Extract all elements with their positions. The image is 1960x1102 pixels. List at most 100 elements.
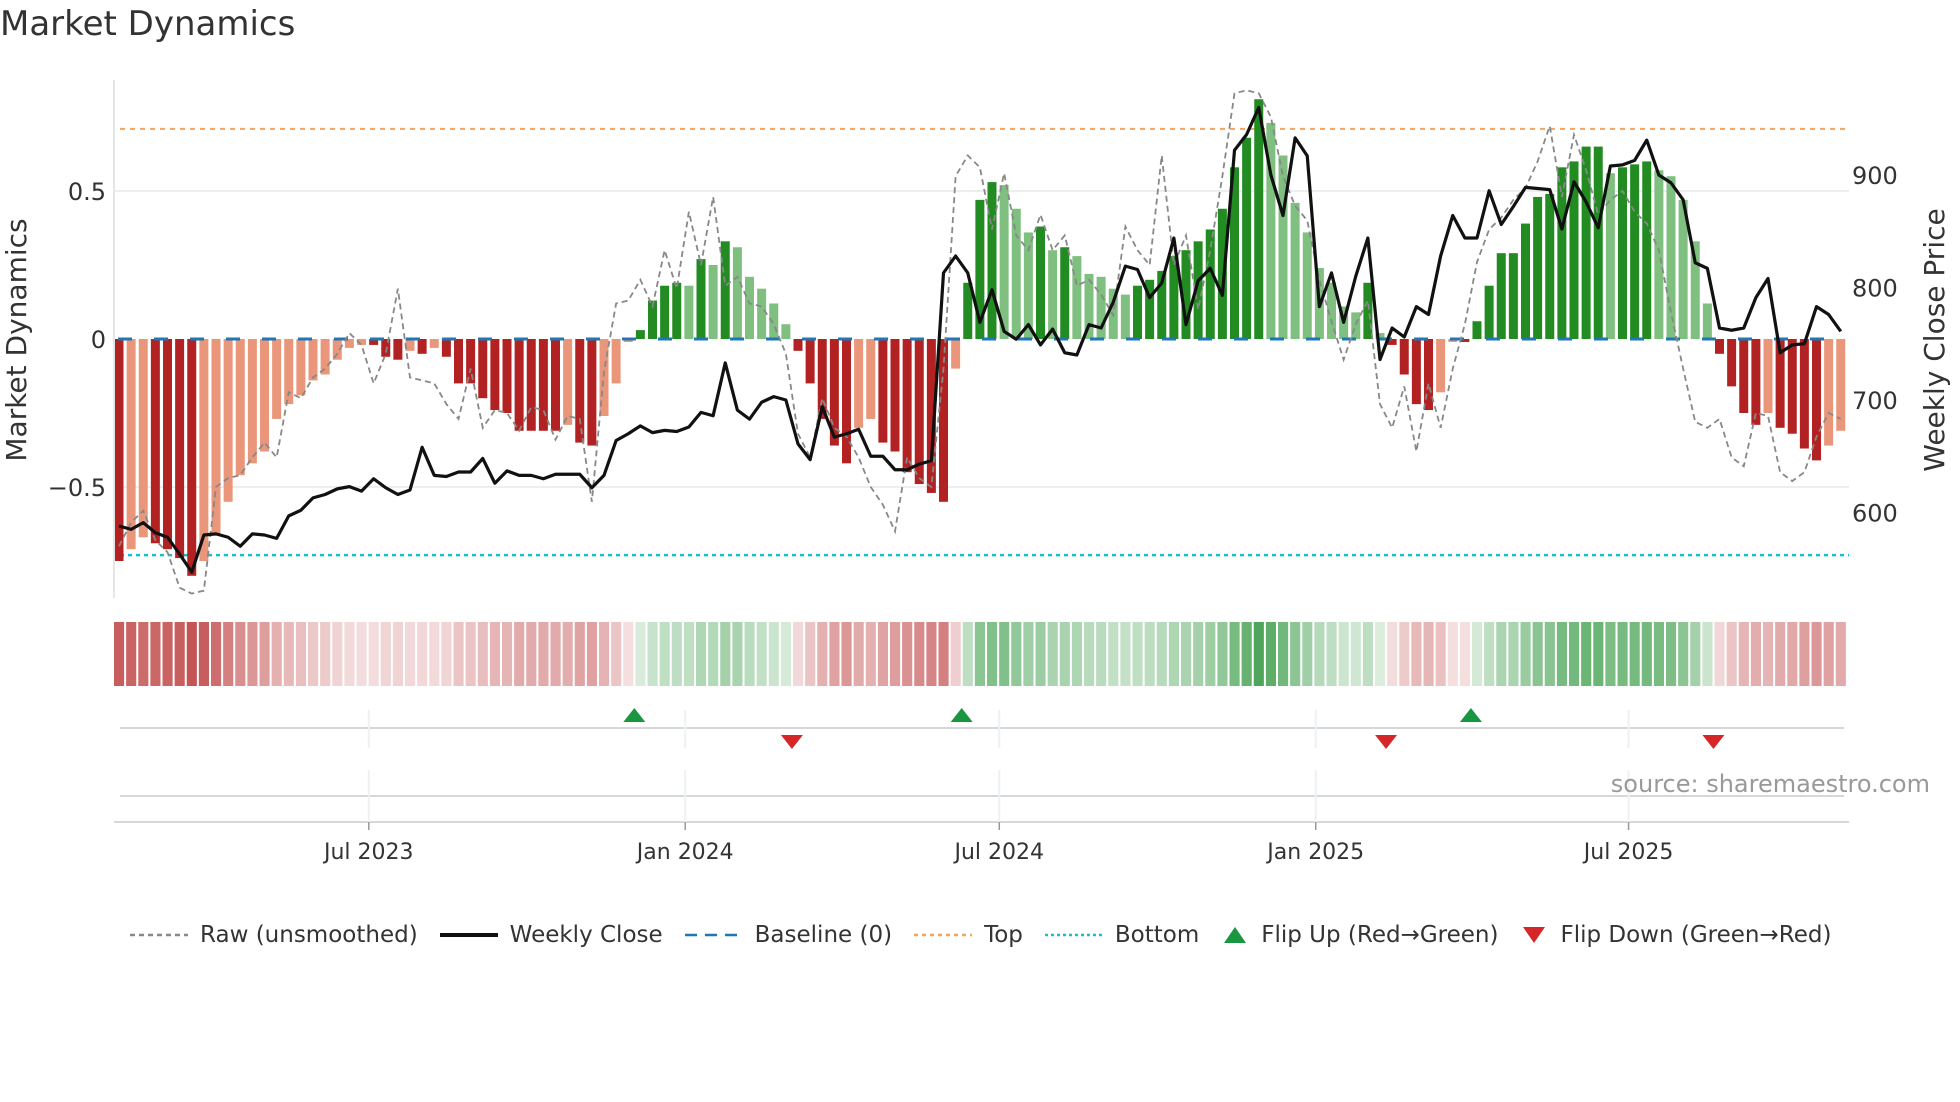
- heat-cell: [1290, 622, 1301, 686]
- legend-label: Flip Up (Red→Green): [1261, 922, 1499, 948]
- heat-cell: [938, 622, 949, 686]
- heat-cell: [708, 622, 719, 686]
- heat-cell: [1387, 622, 1398, 686]
- heat-cell: [950, 622, 961, 686]
- dynamics-bar: [708, 265, 718, 339]
- heat-cell: [1096, 622, 1107, 686]
- dynamics-bar: [890, 339, 900, 452]
- dynamics-bar: [1508, 253, 1518, 339]
- dynamics-bar: [1472, 321, 1482, 339]
- source-credit: source: sharemaestro.com: [1610, 770, 1930, 798]
- dynamics-bar: [1630, 164, 1640, 339]
- legend-item-flip_down: Flip Down (Green→Red): [1520, 922, 1831, 948]
- heat-cell: [308, 622, 319, 686]
- heat-cell: [174, 622, 185, 686]
- heat-cell: [1750, 622, 1761, 686]
- heat-cell: [1193, 622, 1204, 686]
- dynamics-bar: [1739, 339, 1749, 413]
- heat-cell: [211, 622, 222, 686]
- heat-cell: [1508, 622, 1519, 686]
- dynamics-bar: [175, 339, 185, 559]
- dynamics-bar: [805, 339, 815, 384]
- heat-cell: [1702, 622, 1713, 686]
- heat-cell: [841, 622, 852, 686]
- heat-cell: [223, 622, 234, 686]
- heat-cell: [599, 622, 610, 686]
- y2-tick-label: 800: [1852, 275, 1898, 303]
- heat-cell: [671, 622, 682, 686]
- heat-cell: [659, 622, 670, 686]
- dynamics-bar: [235, 339, 245, 476]
- heat-cell: [1047, 622, 1058, 686]
- y-axis-label: Market Dynamics: [0, 218, 33, 461]
- legend-item-baseline: Baseline (0): [684, 922, 892, 948]
- heat-cell: [962, 622, 973, 686]
- legend-item-close: Weekly Close: [439, 922, 663, 948]
- heat-cell: [320, 622, 331, 686]
- dynamics-bar: [441, 339, 451, 357]
- heat-cell: [1023, 622, 1034, 686]
- heat-cell: [1459, 622, 1470, 686]
- heat-cell: [1035, 622, 1046, 686]
- heat-cell: [1787, 622, 1798, 686]
- heat-cell: [865, 622, 876, 686]
- dynamics-bar: [1254, 99, 1264, 340]
- heat-cell: [1726, 622, 1737, 686]
- dynamics-bar: [696, 259, 706, 339]
- legend-label: Weekly Close: [509, 922, 663, 948]
- dynamics-bar: [429, 339, 439, 348]
- heat-cell: [1278, 622, 1289, 686]
- dynamics-bar: [1496, 253, 1506, 339]
- dynamics-bar: [187, 339, 197, 576]
- heat-cell: [344, 622, 355, 686]
- legend-item-top: Top: [914, 922, 1023, 948]
- heat-cell: [683, 622, 694, 686]
- heat-cell: [1629, 622, 1640, 686]
- heat-cell: [1011, 622, 1022, 686]
- dynamics-bar: [1399, 339, 1409, 375]
- heat-cell: [126, 622, 137, 686]
- heat-cell: [550, 622, 561, 686]
- dynamics-bar: [247, 339, 257, 464]
- legend-label: Raw (unsmoothed): [200, 922, 418, 948]
- flip-down-marker: [780, 735, 803, 749]
- dynamics-bar: [684, 285, 694, 339]
- heat-cell: [1350, 622, 1361, 686]
- heat-cell: [1435, 622, 1446, 686]
- heat-cell: [1205, 622, 1216, 686]
- heat-cell: [1738, 622, 1749, 686]
- heat-cell: [1484, 622, 1495, 686]
- dynamics-bar: [1593, 146, 1603, 339]
- dynamics-bar: [1618, 167, 1627, 339]
- y2-axis-label: Weekly Close Price: [1918, 208, 1951, 471]
- heat-cell: [647, 622, 658, 686]
- heat-cell: [1071, 622, 1082, 686]
- heat-cell: [744, 622, 755, 686]
- x-axis: Jul 2023 Jan 2024 Jul 2024 Jan 2025 Jul 2025: [114, 710, 1849, 865]
- dynamics-bar: [866, 339, 876, 419]
- dynamics-bar: [951, 339, 961, 369]
- y2-tick-label: 700: [1852, 387, 1898, 415]
- heat-cell: [405, 622, 416, 686]
- heat-cell: [1362, 622, 1373, 686]
- dynamics-bar: [1036, 226, 1045, 339]
- dynamics-bar: [1533, 196, 1543, 339]
- dynamics-bar: [272, 339, 282, 419]
- y-tick-label: 0.5: [68, 178, 106, 206]
- heat-cell: [1605, 622, 1616, 686]
- close-line-swatch: [439, 933, 498, 937]
- dynamics-bar: [417, 339, 427, 354]
- flip-up-icon: [1224, 927, 1247, 943]
- heat-cell: [732, 622, 743, 686]
- heat-cell: [356, 622, 367, 686]
- dynamics-bar: [769, 303, 779, 339]
- heat-cell: [259, 622, 270, 686]
- heat-cell: [1653, 622, 1664, 686]
- dynamics-bar: [1642, 161, 1652, 339]
- dynamics-bar: [575, 339, 585, 443]
- heat-cell: [1423, 622, 1434, 686]
- heat-cell: [114, 622, 125, 686]
- legend-label: Bottom: [1114, 922, 1200, 948]
- flip-down-icon: [1523, 927, 1546, 943]
- heat-cell: [283, 622, 294, 686]
